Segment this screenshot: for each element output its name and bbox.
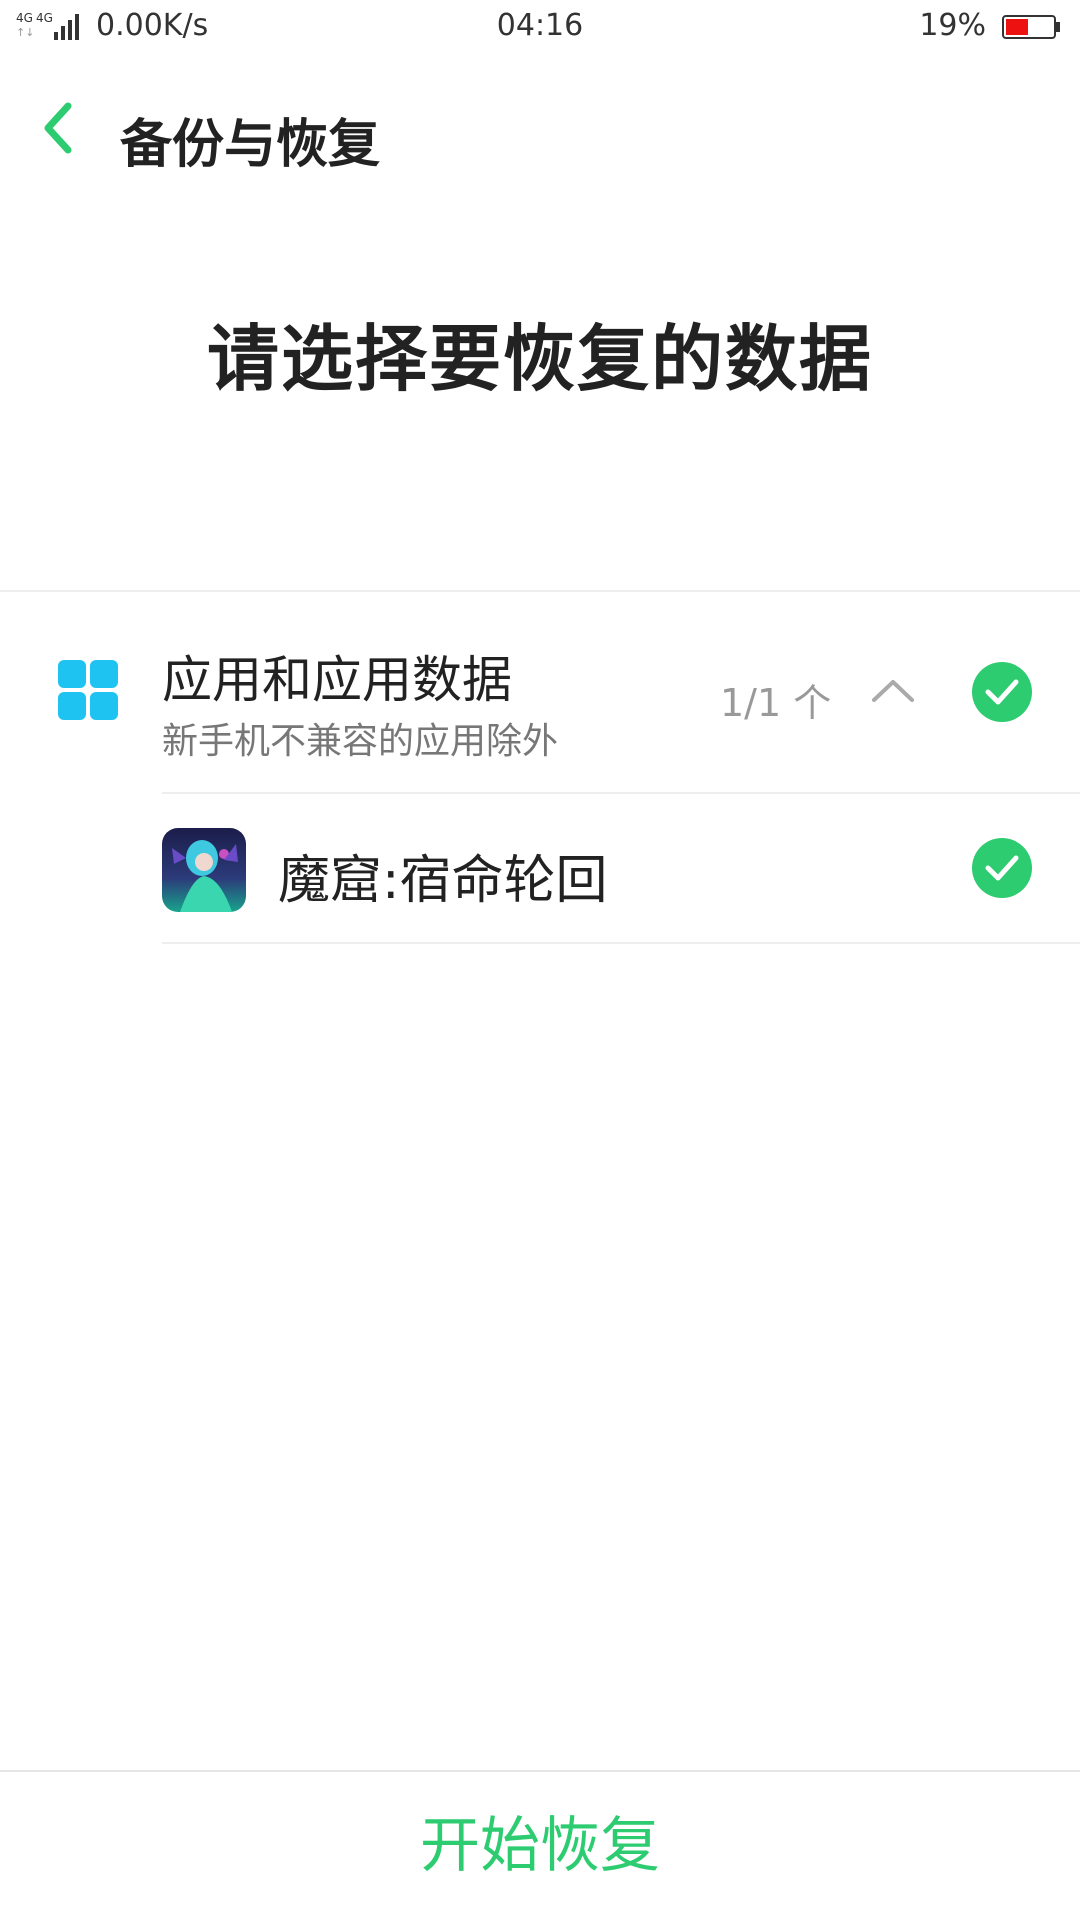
divider bbox=[162, 792, 1080, 794]
page-title: 备份与恢复 bbox=[120, 115, 381, 175]
category-title: 应用和应用数据 bbox=[162, 651, 512, 709]
category-subtitle: 新手机不兼容的应用除外 bbox=[162, 721, 559, 762]
status-bar: 4G 4G ↑↓ 0.00K/s 04:16 19% bbox=[0, 0, 1080, 56]
clock: 04:16 bbox=[496, 8, 584, 43]
chevron-up-icon[interactable] bbox=[868, 670, 918, 710]
app-header: 备份与恢复 bbox=[0, 80, 1080, 180]
headline: 请选择要恢复的数据 bbox=[206, 317, 873, 401]
apps-grid-icon bbox=[58, 660, 120, 722]
battery-percent: 19% bbox=[919, 8, 986, 43]
category-count: 1/1 个 bbox=[720, 681, 832, 725]
category-row-apps[interactable]: 应用和应用数据 新手机不兼容的应用除外 1/1 个 bbox=[0, 620, 1080, 790]
start-restore-button[interactable]: 开始恢复 bbox=[0, 1772, 1080, 1920]
back-button[interactable] bbox=[36, 98, 86, 158]
check-icon bbox=[985, 679, 1019, 705]
battery-icon bbox=[1002, 15, 1060, 39]
divider bbox=[162, 942, 1080, 944]
category-select-checkbox[interactable] bbox=[972, 662, 1032, 722]
game-app-icon bbox=[162, 828, 246, 912]
app-name: 魔窟:宿命轮回 bbox=[278, 851, 608, 911]
app-select-checkbox[interactable] bbox=[972, 838, 1032, 898]
app-list-item[interactable]: 魔窟:宿命轮回 bbox=[0, 800, 1080, 940]
check-icon bbox=[985, 855, 1019, 881]
divider bbox=[0, 590, 1080, 592]
